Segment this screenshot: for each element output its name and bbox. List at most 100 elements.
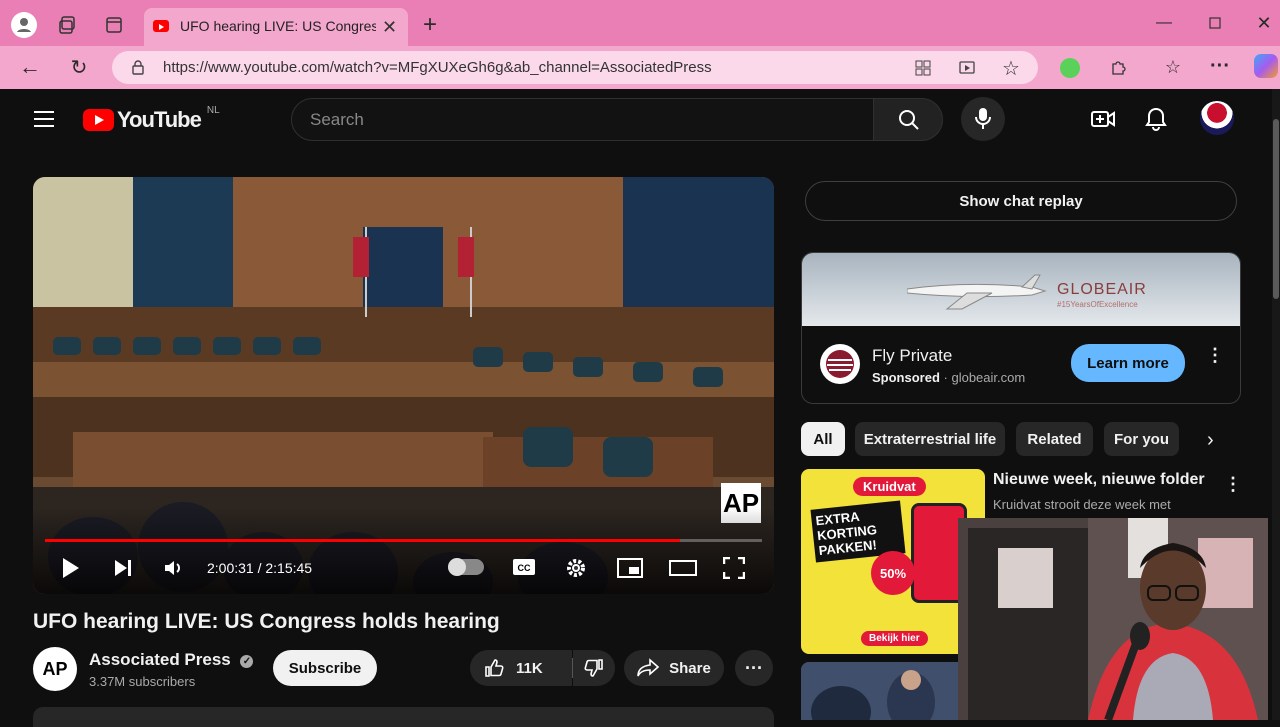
ad-sponsored-label: Sponsored [872,370,940,385]
close-window-icon[interactable]: ✕ [1250,9,1278,37]
tab-title: UFO hearing LIVE: US Congress holds hear… [180,18,376,34]
chip-for-you[interactable]: For you [1104,422,1179,456]
show-chat-replay-button[interactable]: Show chat replay [805,181,1237,221]
chip-all-label: All [813,430,833,448]
chip-extraterrestrial-life[interactable]: Extraterrestrial life [855,422,1005,456]
ad-card[interactable]: GLOBEAIR #15YearsOfExcellence Fly Privat… [801,252,1241,404]
autoplay-toggle[interactable] [448,558,484,576]
search-button[interactable] [873,98,943,141]
more-actions-button[interactable]: ··· [735,650,773,686]
chip-related-label: Related [1027,430,1082,448]
thumbs-down-icon [584,659,603,677]
gear-icon [567,559,585,577]
next-icon [115,560,131,576]
new-tab-icon[interactable]: + [416,11,444,39]
account-avatar[interactable] [1200,101,1234,135]
controls-gradient [33,507,774,594]
play-icon [63,558,79,578]
thumb-cta: Bekijk hier [861,631,928,646]
active-tab[interactable]: UFO hearing LIVE: US Congress holds hear… [144,8,408,46]
notifications-bell-icon[interactable] [1145,107,1167,136]
learn-more-button[interactable]: Learn more [1071,344,1185,382]
create-video-icon[interactable] [1091,109,1115,134]
share-button[interactable]: Share [624,650,724,686]
menu-icon[interactable] [34,111,54,127]
youtube-page: YouTube NL Search AP 2:00:31 / 2:15:45 C… [4,89,1268,727]
reload-icon[interactable]: ↻ [65,53,93,81]
page-scrollbar[interactable] [1272,89,1280,720]
verified-check-icon: ✓ [240,655,254,668]
favorites-icon[interactable]: ☆ [1159,53,1187,81]
youtube-favicon-icon [153,20,169,32]
youtube-logo[interactable]: YouTube NL [83,104,220,132]
channel-name-text: Associated Press [89,650,231,669]
copilot-icon[interactable] [1254,54,1278,78]
app-available-icon[interactable] [909,54,937,82]
globeair-banner-logo: GLOBEAIR [1057,281,1147,298]
browser-tab-bar: UFO hearing LIVE: US Congress holds hear… [0,0,1280,46]
site-info-icon[interactable] [130,59,146,80]
subtitles-button[interactable]: CC [512,557,536,580]
subscriber-count: 3.37M subscribers [89,674,196,689]
progress-fill [45,539,680,542]
dislike-button[interactable] [573,650,615,686]
voice-search-button[interactable] [961,97,1005,141]
rec-description: Kruidvat strooit deze week met [993,497,1171,512]
rec-title: Nieuwe week, nieuwe folder [993,471,1205,488]
more-dots-icon: ··· [745,657,763,678]
webcam-overlay [958,518,1268,720]
search-input[interactable]: Search [291,98,874,141]
ad-menu-icon[interactable]: ⋮ [1206,346,1224,364]
ad-banner[interactable]: GLOBEAIR #15YearsOfExcellence [802,253,1240,326]
like-count: 11K [516,659,543,677]
read-aloud-icon[interactable] [953,54,981,82]
settings-button[interactable] [565,557,587,582]
favorite-star-icon[interactable]: ☆ [997,54,1025,82]
extensions-icon[interactable] [1105,53,1133,81]
region-code: NL [206,104,220,116]
chip-for-you-label: For you [1114,430,1169,448]
miniplayer-button[interactable] [617,558,643,581]
chip-all[interactable]: All [801,422,845,456]
more-menu-icon[interactable]: ··· [1206,52,1234,80]
subscribe-button[interactable]: Subscribe [273,650,377,686]
kruidvat-logo-text: Kruidvat [863,479,916,494]
thumb-discount: 50% [871,551,915,595]
next-button[interactable] [113,558,133,581]
extension-green-icon[interactable] [1060,58,1080,78]
fullscreen-button[interactable] [722,556,746,582]
play-button[interactable] [61,557,81,582]
tab-close-icon[interactable]: ✕ [382,17,397,38]
webcam-feed-image [958,518,1268,720]
minimize-icon[interactable]: — [1150,9,1178,37]
volume-button[interactable] [163,558,183,581]
scrollbar-thumb[interactable] [1273,119,1279,299]
channel-avatar[interactable]: AP [33,647,77,691]
jet-plane-icon [907,274,1047,310]
chips-next-chevron-icon[interactable]: › [1207,429,1214,452]
tab-actions-icon[interactable] [100,11,128,39]
channel-name[interactable]: Associated Press ✓ [89,650,254,670]
url-field[interactable]: https://www.youtube.com/watch?v=MFgXUXeG… [112,51,1038,84]
like-button[interactable]: 11K [470,650,572,686]
autoplay-knob-icon [448,558,466,576]
workspaces-icon[interactable] [54,11,82,39]
maximize-icon[interactable] [1201,9,1229,37]
time-display: 2:00:31 / 2:15:45 [207,560,313,576]
profile-icon[interactable] [11,12,37,38]
browser-address-bar: ← ↻ https://www.youtube.com/watch?v=MFgX… [0,46,1280,89]
progress-bar[interactable] [45,539,762,542]
back-icon[interactable]: ← [16,53,44,81]
chip-related[interactable]: Related [1016,422,1093,456]
description-box[interactable] [33,707,774,727]
advertiser-logo [820,344,860,384]
search-placeholder: Search [310,110,364,129]
volume-icon [165,561,180,575]
miniplayer-icon [617,558,643,578]
rec-menu-icon[interactable]: ⋮ [1224,474,1242,495]
svg-text:CC: CC [518,563,531,573]
cc-icon: CC [513,559,535,575]
video-player[interactable]: AP 2:00:31 / 2:15:45 CC [33,177,774,594]
theater-mode-button[interactable] [669,560,697,579]
youtube-play-logo-icon [83,109,114,131]
